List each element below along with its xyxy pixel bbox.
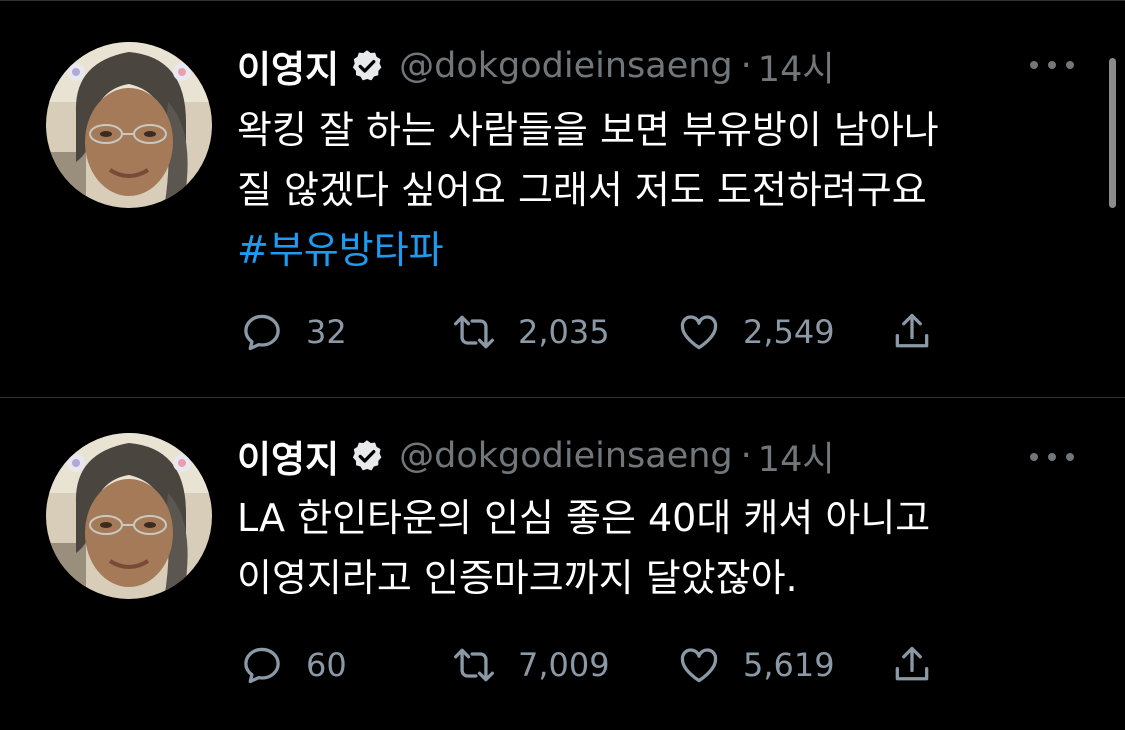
- share-button[interactable]: [890, 640, 934, 690]
- like-button[interactable]: 2,549: [677, 307, 835, 357]
- more-icon[interactable]: [1030, 442, 1074, 472]
- verified-badge-icon: [349, 438, 385, 474]
- display-name[interactable]: 이영지: [237, 429, 339, 483]
- reply-count: 32: [306, 313, 347, 351]
- share-icon: [895, 313, 929, 348]
- like-count: 2,549: [743, 313, 835, 351]
- reply-count: 60: [306, 646, 347, 684]
- tweet-header: 이영지 @dokgodieinsaeng · 14시: [237, 428, 835, 484]
- tweet-text-line: 이영지라고 인증마크까지 달았잖아.: [237, 556, 798, 600]
- reply-button[interactable]: 32: [240, 307, 347, 357]
- timestamp[interactable]: 14시: [758, 431, 835, 482]
- separator-dot: ·: [740, 436, 752, 476]
- reply-icon: [244, 314, 280, 351]
- separator-dot: ·: [740, 46, 752, 86]
- tweet-text-line: 왁킹 잘 하는 사람들을 보면 부유방이 남아나: [237, 108, 939, 152]
- retweet-button[interactable]: 2,035: [452, 307, 610, 357]
- avatar-image: [46, 433, 212, 599]
- tweet-text: LA 한인타운의 인심 좋은 40대 캐셔 아니고 이영지라고 인증마크까지 달…: [237, 488, 1087, 608]
- tweet-header: 이영지 @dokgodieinsaeng · 14시: [237, 38, 835, 94]
- share-icon: [895, 646, 929, 681]
- tweet-text: 왁킹 잘 하는 사람들을 보면 부유방이 남아나 질 않겠다 싶어요 그래서 저…: [237, 100, 1087, 280]
- handle[interactable]: @dokgodieinsaeng: [399, 46, 733, 86]
- tweet-actions: 32 2,035 2,549: [240, 307, 960, 357]
- handle[interactable]: @dokgodieinsaeng: [399, 436, 733, 476]
- more-icon[interactable]: [1030, 50, 1074, 80]
- scrollbar[interactable]: [1109, 58, 1116, 208]
- tweet-text-line: 질 않겠다 싶어요 그래서 저도 도전하려구요: [237, 168, 927, 212]
- hashtag-link[interactable]: #부유방타파: [237, 220, 1087, 280]
- verified-badge-icon: [349, 48, 385, 84]
- like-button[interactable]: 5,619: [677, 640, 835, 690]
- tweet[interactable]: 이영지 @dokgodieinsaeng · 14시 LA 한인타운의 인심 좋…: [0, 398, 1125, 730]
- heart-icon: [680, 648, 718, 683]
- avatar[interactable]: [46, 433, 212, 599]
- retweet-icon: [454, 648, 494, 682]
- share-button[interactable]: [890, 307, 934, 357]
- tweet[interactable]: 이영지 @dokgodieinsaeng · 14시 왁킹 잘 하는 사람들을 …: [0, 0, 1125, 397]
- heart-icon: [680, 315, 718, 350]
- retweet-count: 7,009: [518, 646, 610, 684]
- reply-button[interactable]: 60: [240, 640, 347, 690]
- reply-icon: [244, 647, 280, 684]
- display-name[interactable]: 이영지: [237, 39, 339, 93]
- tweet-text-line: LA 한인타운의 인심 좋은 40대 캐셔 아니고: [237, 496, 931, 540]
- avatar[interactable]: [46, 42, 212, 208]
- tweet-actions: 60 7,009 5,619: [240, 640, 960, 690]
- avatar-image: [46, 42, 212, 208]
- retweet-icon: [454, 315, 494, 349]
- retweet-count: 2,035: [518, 313, 610, 351]
- retweet-button[interactable]: 7,009: [452, 640, 610, 690]
- timestamp[interactable]: 14시: [758, 41, 835, 92]
- like-count: 5,619: [743, 646, 835, 684]
